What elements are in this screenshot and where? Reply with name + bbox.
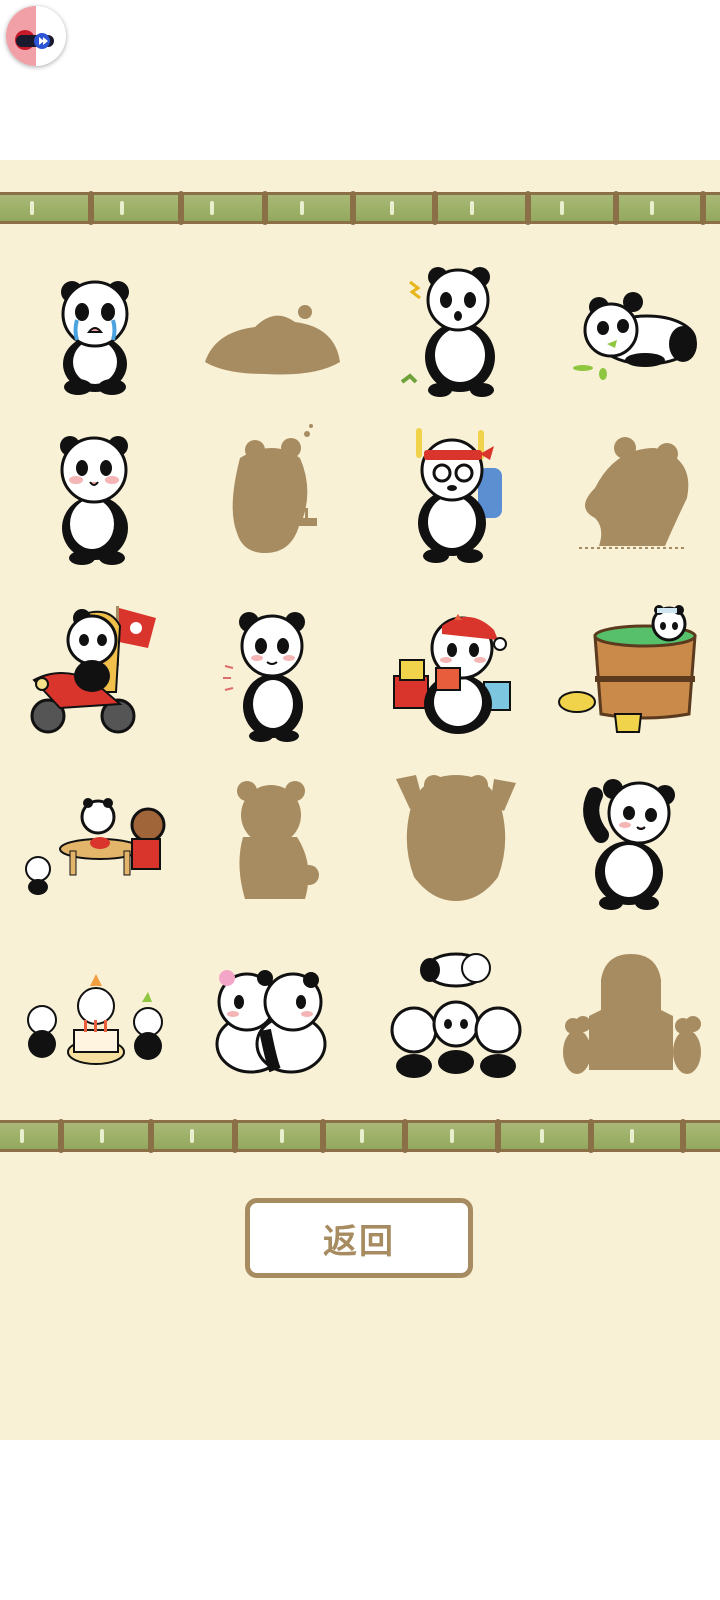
gift-panda-icon [393,614,511,734]
sticker-item[interactable] [545,755,715,925]
sticker-item-locked[interactable] [370,755,540,925]
startled-panda-icon [400,267,495,397]
sticker-item[interactable] [10,242,180,412]
sticker-item[interactable] [545,242,715,412]
waving-panda-icon [583,779,675,910]
sticker-item-locked[interactable] [545,408,715,578]
silhouette-icon [563,954,701,1074]
shy-panda-icon [223,612,305,742]
silhouette-icon [579,437,689,549]
crying-panda-icon [61,280,129,395]
sticker-item[interactable] [370,930,540,1100]
sticker-item[interactable] [10,755,180,925]
motorcycle-panda-icon [30,606,156,734]
lying-panda-icon [573,292,697,380]
backpack-panda-icon [416,428,502,563]
record-icon [6,6,54,66]
sticker-item[interactable] [370,408,540,578]
hugging-pandas-icon [215,970,327,1074]
sticker-item-locked[interactable] [185,242,355,412]
sticker-item[interactable] [185,586,355,756]
sticker-item-locked[interactable] [545,930,715,1100]
bamboo-divider-bottom [0,1119,720,1153]
sticker-item[interactable] [185,930,355,1100]
silhouette-icon [205,305,340,375]
stacked-pandas-icon [390,952,522,1078]
bath-panda-icon [558,605,697,733]
sticker-item-locked[interactable] [185,755,355,925]
sticker-item[interactable] [545,586,715,756]
sticker-item-locked[interactable] [185,408,355,578]
sticker-item[interactable] [10,930,180,1100]
return-button[interactable]: 返回 [245,1198,473,1278]
birthday-pandas-icon [27,974,163,1065]
sticker-item[interactable] [10,586,180,756]
silhouette-icon [396,775,516,901]
table-pandas-icon [25,798,166,895]
silhouette-icon [232,424,317,553]
sticker-item[interactable] [370,586,540,756]
sticker-item[interactable] [370,242,540,412]
blushing-panda-icon [60,436,128,565]
sticker-item[interactable] [10,408,180,578]
return-button-label: 返回 [323,1221,395,1262]
record-overlay-button[interactable] [6,6,66,66]
bamboo-divider-top [0,191,720,225]
silhouette-icon [237,781,319,899]
